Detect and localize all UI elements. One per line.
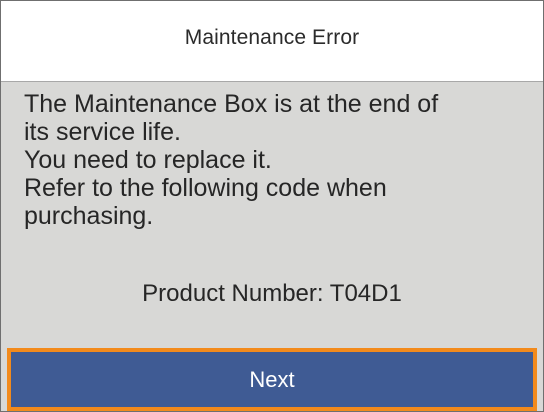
error-message: The Maintenance Box is at the end of its… [24,90,534,230]
message-line: Refer to the following code when [24,174,387,202]
message-line: purchasing. [24,202,154,230]
maintenance-error-screen: Maintenance Error The Maintenance Box is… [0,0,544,412]
next-button-label: Next [249,366,295,392]
message-panel: The Maintenance Box is at the end of its… [1,82,543,345]
message-line: its service life. [24,118,181,146]
footer-bar: Next [1,345,543,411]
next-button[interactable]: Next [7,348,537,411]
product-number: Product Number: T04D1 [142,280,402,307]
screen-title: Maintenance Error [184,26,360,49]
message-line: You need to replace it. [24,146,272,174]
header-bar: Maintenance Error [1,1,543,82]
message-line: The Maintenance Box is at the end of [24,90,439,118]
